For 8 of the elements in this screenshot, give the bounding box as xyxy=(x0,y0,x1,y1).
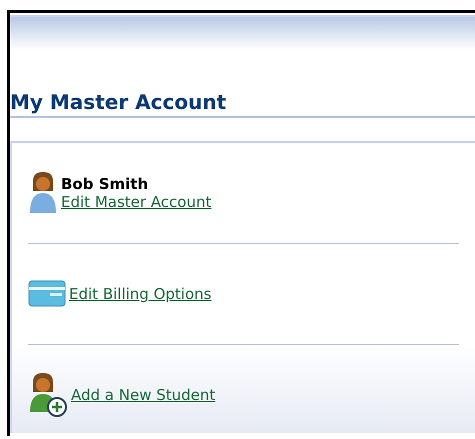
person-icon xyxy=(28,171,58,215)
action-link[interactable]: Edit Billing Options xyxy=(69,285,212,303)
account-name: Bob Smith xyxy=(61,175,150,193)
page-heading: My Master Account xyxy=(10,90,475,118)
action-link[interactable]: Add a New Student xyxy=(71,386,216,404)
add-user-icon xyxy=(28,372,68,418)
credit-card-icon xyxy=(28,280,66,308)
action-link[interactable]: Edit Master Account xyxy=(61,193,212,211)
